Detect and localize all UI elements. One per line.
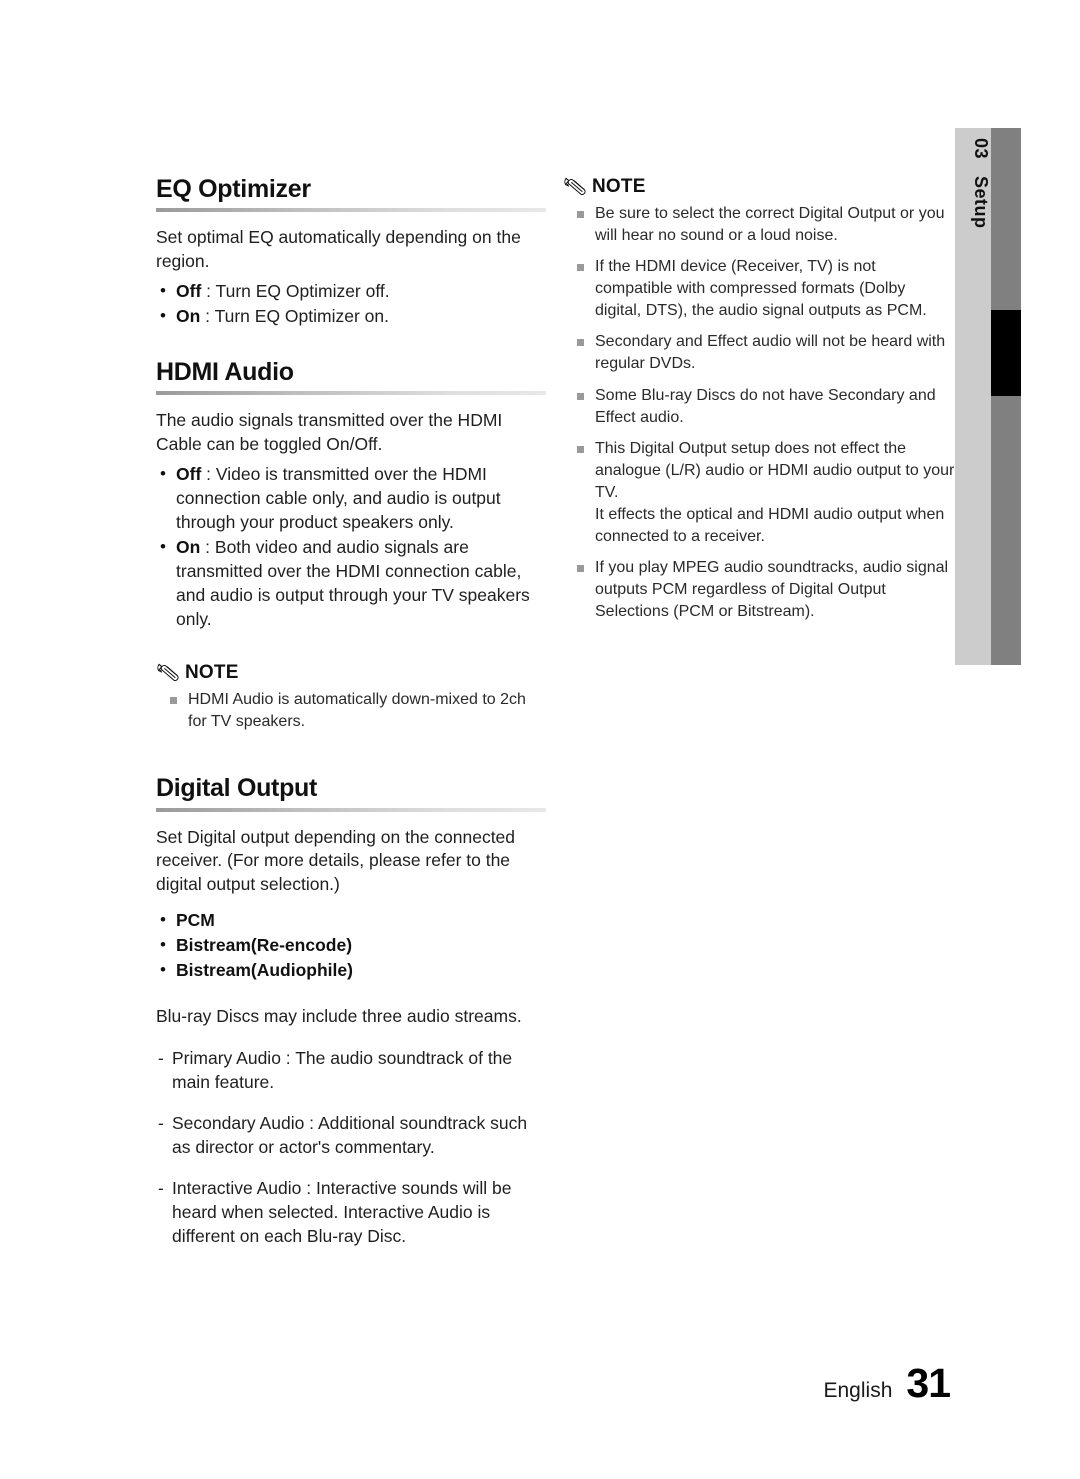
list-item: Some Blu-ray Discs do not have Secondary…	[563, 385, 955, 429]
option-label: Off	[176, 464, 202, 485]
list-item: Secondary Audio : Additional soundtrack …	[156, 1112, 546, 1160]
list-item: Primary Audio : The audio soundtrack of …	[156, 1047, 546, 1095]
option-label: Off	[176, 281, 202, 302]
side-tab-light-band: 03 Setup	[955, 128, 991, 665]
footer-page-number: 31	[906, 1360, 951, 1406]
list-item: Off : Turn EQ Optimizer off.	[156, 279, 546, 304]
option-text: : Turn EQ Optimizer on.	[200, 306, 389, 327]
section-heading-digital-output: Digital Output	[156, 774, 318, 803]
list-item: Interactive Audio : Interactive sounds w…	[156, 1177, 546, 1249]
note-title: NOTE	[185, 662, 239, 684]
option-text: : Both video and audio signals are trans…	[176, 537, 530, 630]
list-item: On : Turn EQ Optimizer on.	[156, 304, 546, 329]
option-label: Bistream(Re-encode)	[176, 935, 353, 956]
heading-rule	[156, 807, 546, 812]
list-item: Be sure to select the correct Digital Ou…	[563, 203, 955, 247]
option-label: On	[176, 306, 201, 327]
hdmi-audio-intro: The audio signals transmitted over the H…	[156, 410, 503, 455]
note-item-text: This Digital Output setup does not effec…	[595, 439, 955, 501]
list-item: If you play MPEG audio soundtracks, audi…	[563, 557, 955, 623]
section-eq-optimizer: EQ Optimizer Set optimal EQ automaticall…	[156, 176, 546, 329]
eq-optimizer-options: Off : Turn EQ Optimizer off. On : Turn E…	[156, 279, 546, 329]
note-block-hdmi-audio: NOTE HDMI Audio is automatically down-mi…	[156, 662, 546, 733]
section-hdmi-audio: HDMI Audio The audio signals transmitted…	[156, 359, 546, 632]
right-column: NOTE Be sure to select the correct Digit…	[563, 176, 955, 632]
section-heading-eq-optimizer: EQ Optimizer	[156, 175, 311, 203]
section-digital-output: Digital Output Set Digital output depend…	[156, 775, 546, 1249]
audio-streams-intro: Blu-ray Discs may include three audio st…	[156, 1006, 522, 1027]
note-header: NOTE	[156, 662, 546, 682]
list-item: HDMI Audio is automatically down-mixed t…	[156, 689, 546, 733]
side-tab-dark-band	[991, 128, 1021, 665]
pencil-icon	[563, 176, 587, 196]
chapter-side-tab: 03 Setup	[955, 128, 1021, 665]
digital-output-intro: Set Digital output depending on the conn…	[156, 826, 516, 895]
note-items-hdmi-audio: HDMI Audio is automatically down-mixed t…	[156, 689, 546, 733]
left-column: EQ Optimizer Set optimal EQ automaticall…	[156, 176, 546, 1279]
list-item: This Digital Output setup does not effec…	[563, 438, 955, 548]
audio-streams-list: Primary Audio : The audio soundtrack of …	[156, 1047, 546, 1249]
option-label: Bistream(Audiophile)	[176, 960, 353, 981]
list-item: PCM	[156, 908, 546, 933]
list-item: On : Both video and audio signals are tr…	[156, 535, 546, 632]
list-item: If the HDMI device (Receiver, TV) is not…	[563, 256, 955, 322]
section-heading-hdmi-audio: HDMI Audio	[156, 358, 294, 387]
heading-rule	[156, 391, 546, 396]
page-footer: English 31	[824, 1360, 951, 1407]
list-item: Secondary and Effect audio will not be h…	[563, 331, 955, 375]
heading-rule	[156, 208, 546, 213]
note-items-digital-output: Be sure to select the correct Digital Ou…	[563, 203, 955, 623]
option-text: : Video is transmitted over the HDMI con…	[176, 464, 501, 533]
note-title: NOTE	[592, 176, 646, 197]
side-tab-chapter-label: Setup	[971, 176, 991, 229]
side-tab-position-marker	[991, 310, 1021, 396]
footer-language: English	[823, 1379, 893, 1402]
pencil-icon	[156, 662, 180, 682]
hdmi-audio-options: Off : Video is transmitted over the HDMI…	[156, 462, 546, 632]
note-header: NOTE	[563, 176, 955, 196]
side-tab-chapter-number: 03	[971, 138, 991, 160]
list-item: Off : Video is transmitted over the HDMI…	[156, 462, 546, 535]
option-text: : Turn EQ Optimizer off.	[201, 281, 390, 302]
note-item-extra: It effects the optical and HDMI audio ou…	[595, 505, 945, 546]
list-item: Bistream(Audiophile)	[156, 958, 546, 983]
list-item: Bistream(Re-encode)	[156, 933, 546, 958]
option-label: On	[176, 537, 201, 558]
note-block-digital-output: NOTE Be sure to select the correct Digit…	[563, 176, 955, 623]
option-label: PCM	[176, 910, 215, 931]
digital-output-options: PCM Bistream(Re-encode) Bistream(Audioph…	[156, 908, 546, 983]
eq-optimizer-intro: Set optimal EQ automatically depending o…	[156, 227, 521, 272]
